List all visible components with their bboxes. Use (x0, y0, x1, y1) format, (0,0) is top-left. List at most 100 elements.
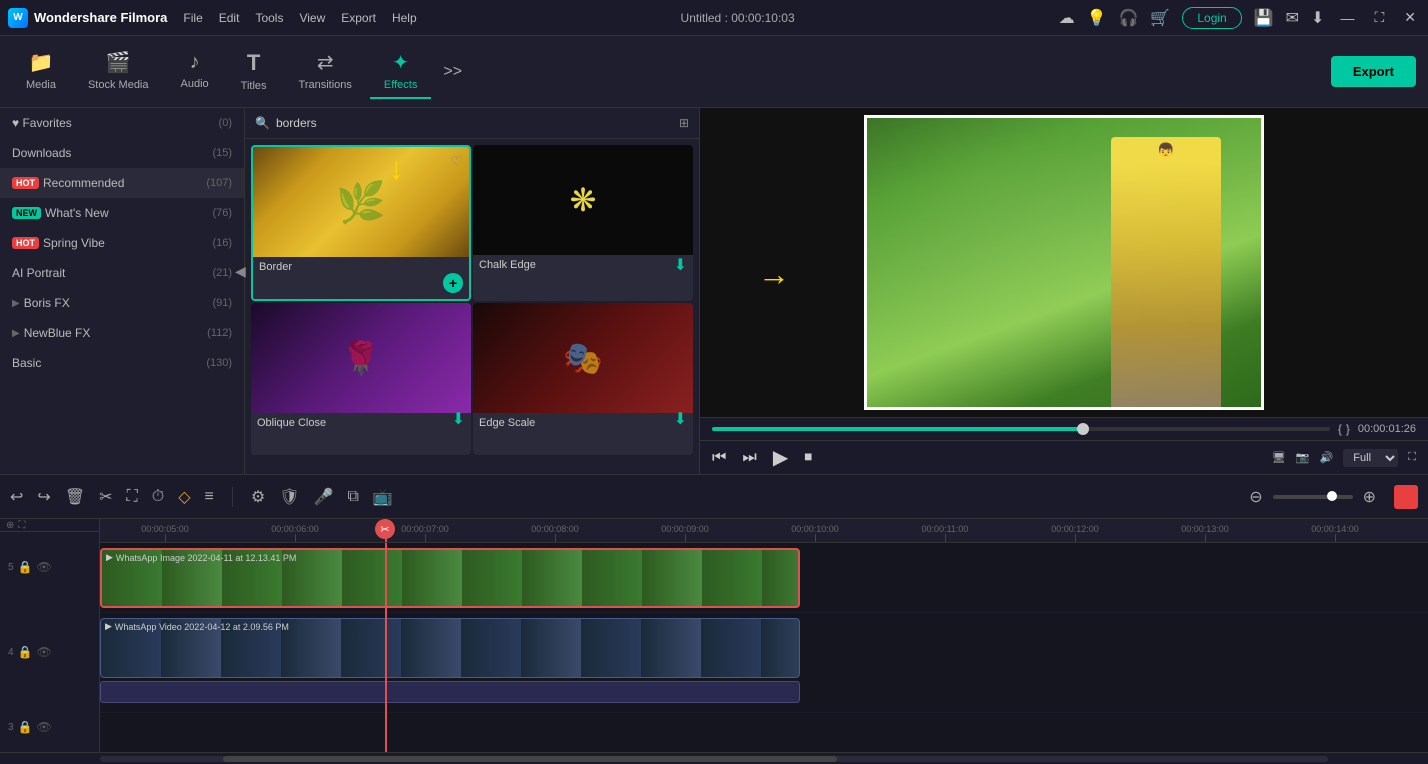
zoom-bar[interactable] (1273, 495, 1353, 499)
track-clip-icon: ⛶ (18, 520, 25, 531)
panel-downloads[interactable]: Downloads (15) (0, 138, 244, 168)
timeline-scrollbar[interactable] (0, 752, 1428, 764)
undo-tool[interactable]: ↩ (10, 487, 23, 507)
effect-card-chalk-edge[interactable]: ❋ ⬇ Chalk Edge (473, 145, 693, 301)
panel-favorites[interactable]: ♥ Favorites (0) (0, 108, 244, 138)
bracket-left-button[interactable]: { (1338, 422, 1342, 436)
whats-new-count: (76) (212, 207, 232, 219)
mail-icon[interactable]: ✉ (1286, 8, 1299, 28)
menu-view[interactable]: View (299, 11, 325, 25)
record-button[interactable] (1394, 485, 1418, 509)
chalk-edge-download-icon[interactable]: ⬇ (674, 255, 687, 275)
minimize-button[interactable]: — (1336, 10, 1358, 26)
toolbar-titles[interactable]: T Titles (227, 44, 281, 100)
zoom-out-tool[interactable]: ⊖ (1249, 487, 1262, 507)
panel-recommended[interactable]: HOT Recommended (107) (0, 168, 244, 198)
toolbar-stock-media[interactable]: 🎬 Stock Media (74, 44, 163, 99)
redo-tool[interactable]: ↪ (37, 487, 50, 507)
fullscreen-icon[interactable]: ⛶ (1408, 451, 1416, 464)
playback-progress[interactable] (712, 427, 1330, 431)
menu-export[interactable]: Export (341, 11, 376, 25)
boris-fx-count: (91) (212, 297, 232, 309)
toolbar-transitions[interactable]: ⇄ Transitions (285, 44, 366, 99)
menu-help[interactable]: Help (392, 11, 417, 25)
effect-card-border[interactable]: 🌿 ♡ + Border (251, 145, 471, 301)
rewind-button[interactable]: ⏮ (712, 449, 726, 467)
step-back-button[interactable]: ⏭ (742, 449, 756, 467)
menu-tools[interactable]: Tools (255, 11, 283, 25)
panel-newblue-fx[interactable]: ▶ NewBlue FX (112) (0, 318, 244, 348)
screen-tool[interactable]: 📺 (373, 487, 393, 507)
cut-tool[interactable]: ✂ (99, 487, 112, 507)
track-scroll-area[interactable]: 00:00:05:00 00:00:06:00 00:00:07:00 00:0… (100, 519, 1428, 752)
bracket-right-button[interactable]: } (1346, 422, 1350, 436)
track-add-icon[interactable]: ⊕ (6, 520, 14, 531)
edge-scale-download-icon[interactable]: ⬇ (674, 409, 687, 429)
bracket-buttons: { } (1338, 422, 1350, 436)
menu-edit[interactable]: Edit (219, 11, 240, 25)
track-4-eye[interactable]: 👁 (37, 645, 52, 659)
ruler-mark-7: 00:00:12:00 (1010, 524, 1140, 542)
track-5-eye[interactable]: 👁 (37, 560, 52, 574)
playhead-handle[interactable]: ✂ (375, 519, 395, 539)
bulb-icon[interactable]: 💡 (1087, 8, 1107, 28)
track-3-eye[interactable]: 👁 (37, 720, 52, 734)
delete-tool[interactable]: 🗑 (65, 487, 85, 507)
panel-whats-new[interactable]: NEW What's New (76) (0, 198, 244, 228)
search-input[interactable] (276, 116, 673, 130)
zoom-thumb[interactable] (1327, 491, 1337, 501)
effect-card-oblique[interactable]: 🌹 ⬇ Oblique Close (251, 303, 471, 455)
oblique-download-icon[interactable]: ⬇ (452, 409, 465, 429)
menu-file[interactable]: File (183, 11, 202, 25)
stop-button[interactable]: ⏹ (804, 449, 812, 467)
timeline-area: ↩ ↪ 🗑 ✂ ⛶ ⏱ ◇ ≡ ⚙ 🛡 🎤 ⧉ 📺 ⊖ ⊕ ⊕ ⛶ (0, 474, 1428, 764)
track-3-lock[interactable]: 🔒 (18, 720, 33, 734)
volume-icon[interactable]: 🔊 (1320, 451, 1334, 464)
audio-tool[interactable]: ≡ (205, 488, 214, 506)
zoom-in-tool[interactable]: ⊕ (1363, 487, 1376, 507)
login-button[interactable]: Login (1182, 7, 1241, 29)
panel-ai-portrait[interactable]: AI Portrait (21) (0, 258, 244, 288)
toolbar-audio[interactable]: ♪ Audio (167, 45, 223, 98)
export-button[interactable]: Export (1331, 56, 1416, 87)
panel-basic[interactable]: Basic (130) (0, 348, 244, 378)
transitions-icon: ⇄ (317, 50, 334, 75)
timeline-ruler: 00:00:05:00 00:00:06:00 00:00:07:00 00:0… (100, 519, 1428, 543)
cart-icon[interactable]: 🛒 (1150, 8, 1170, 28)
screenshot-icon[interactable]: 📷 (1296, 451, 1310, 464)
scrollbar-track[interactable] (100, 756, 1328, 762)
save-icon[interactable]: 💾 (1254, 8, 1274, 28)
toolbar-media[interactable]: 📁 Media (12, 44, 70, 99)
scrollbar-thumb[interactable] (223, 756, 837, 762)
keyframe-tool[interactable]: ◇ (178, 487, 190, 507)
copy-tool[interactable]: ⧉ (347, 488, 358, 506)
zoom-select[interactable]: Full 75% 50% (1343, 449, 1398, 467)
panel-boris-fx[interactable]: ▶ Boris FX (91) (0, 288, 244, 318)
close-button[interactable]: ✕ (1400, 9, 1420, 26)
border-add-icon[interactable]: + (443, 273, 463, 293)
track-5-lock[interactable]: 🔒 (18, 560, 33, 574)
settings-tool[interactable]: ⚙ (251, 487, 265, 507)
track-4-lock[interactable]: 🔒 (18, 645, 33, 659)
speed-tool[interactable]: ⏱ (152, 488, 164, 506)
crop-tool[interactable]: ⛶ (127, 488, 138, 506)
mic-tool[interactable]: 🎤 (314, 487, 334, 507)
toolbar-effects[interactable]: ✦ Effects (370, 44, 431, 99)
track-4-audio-clip[interactable] (100, 681, 800, 703)
maximize-button[interactable]: ⛶ (1370, 9, 1388, 26)
play-button[interactable]: ▶ (773, 445, 788, 470)
panel-spring-vibe[interactable]: HOT Spring Vibe (16) (0, 228, 244, 258)
download-icon[interactable]: ⬇ (1311, 8, 1324, 28)
toolbar-more-arrow[interactable]: >> (443, 63, 462, 81)
monitor-icon[interactable]: 🖥 (1272, 451, 1286, 464)
effect-card-edge-scale[interactable]: 🎭 ⬇ Edge Scale (473, 303, 693, 455)
headset-icon[interactable]: 🎧 (1119, 8, 1139, 28)
oblique-thumb: 🌹 (251, 303, 471, 413)
track-4-video-clip[interactable]: ▶ WhatsApp Video 2022-04-12 at 2.09.56 P… (100, 618, 800, 678)
border-heart-icon[interactable]: ♡ (450, 153, 463, 170)
shield-tool[interactable]: 🛡 (279, 487, 299, 507)
progress-thumb[interactable] (1077, 423, 1089, 435)
cloud-icon[interactable]: ☁ (1059, 8, 1075, 28)
grid-icon[interactable]: ⊞ (679, 116, 689, 130)
track-5-clip[interactable]: ▶ WhatsApp Image 2022-04-11 at 12.13.41 … (100, 548, 800, 608)
